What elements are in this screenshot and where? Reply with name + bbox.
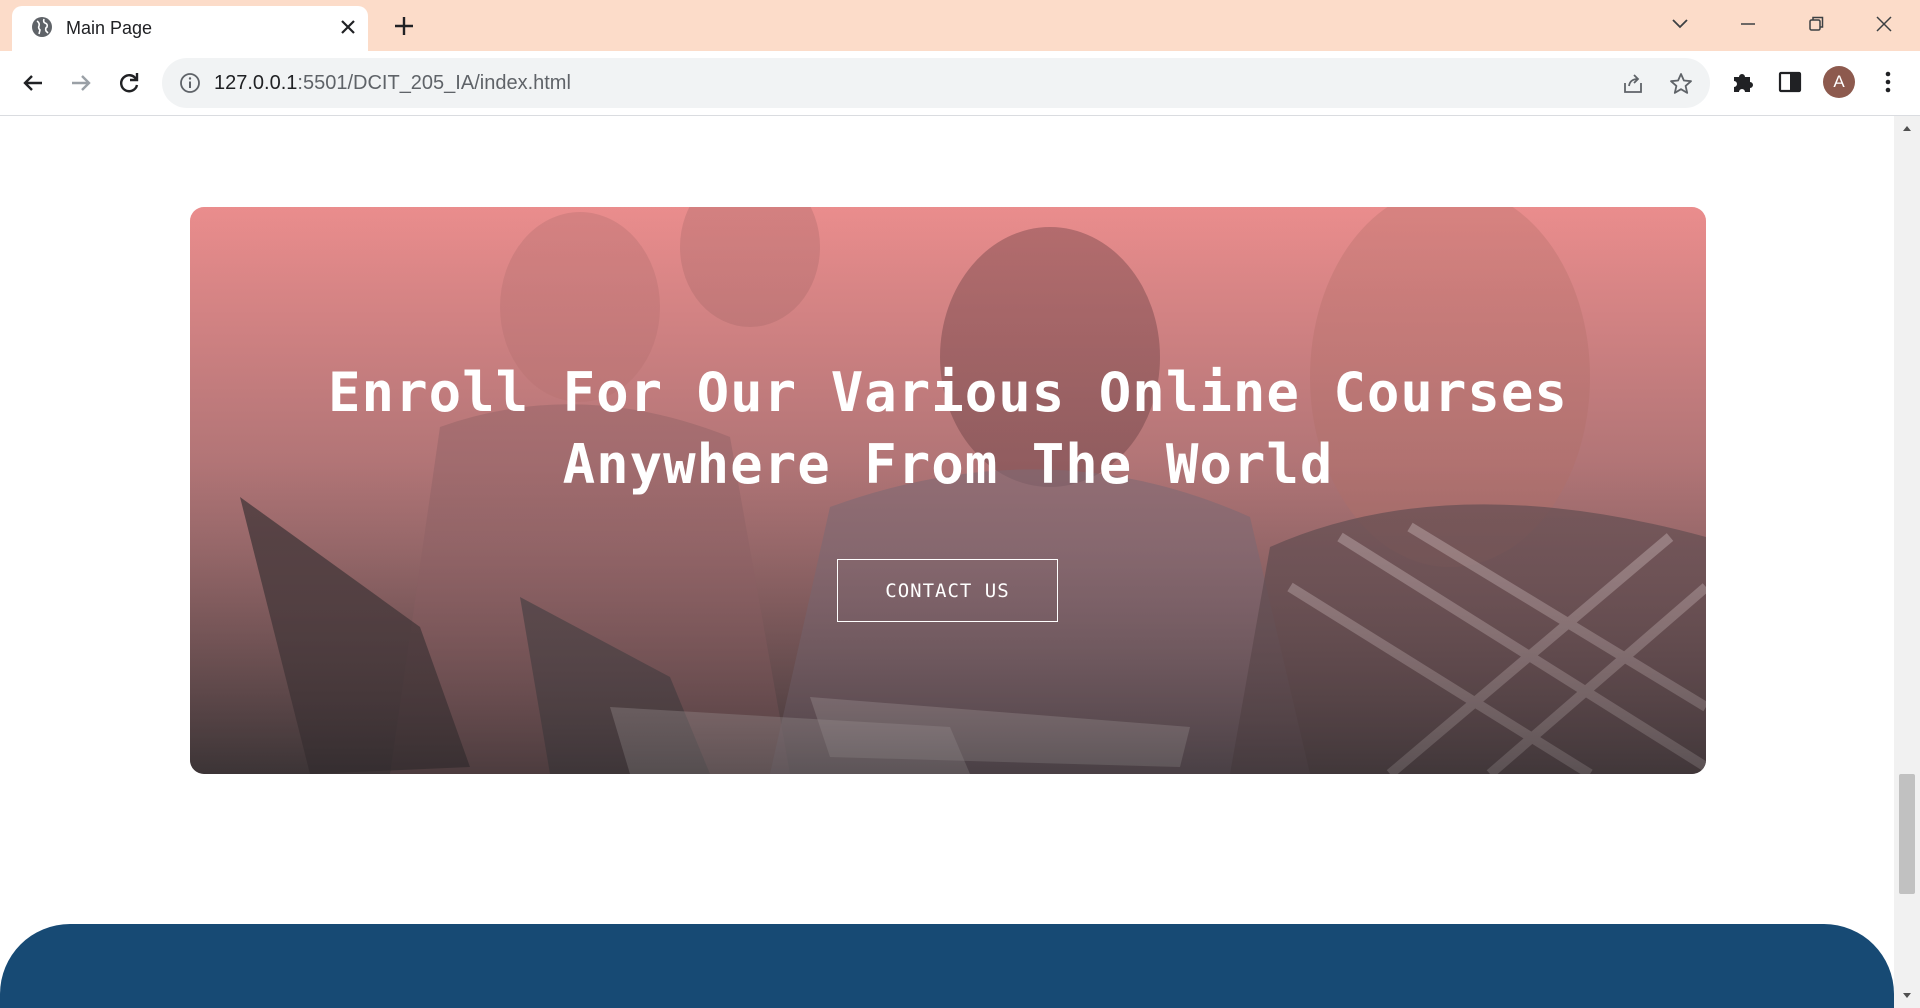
scrollbar-thumb[interactable]: [1899, 774, 1915, 894]
forward-arrow-icon[interactable]: [66, 68, 96, 98]
globe-icon: [32, 17, 52, 37]
url-host: 127.0.0.1: [214, 72, 298, 94]
vertical-scrollbar[interactable]: [1894, 116, 1920, 1008]
browser-toolbar: 127.0.0.1:5501/DCIT_205_IA/index.html A: [0, 51, 1920, 116]
back-arrow-icon[interactable]: [18, 68, 48, 98]
hero-heading: Enroll For Our Various Online Courses An…: [190, 357, 1706, 501]
footer-section-top: [0, 924, 1894, 1008]
scroll-down-arrow-icon[interactable]: [1900, 988, 1914, 1002]
more-menu-icon[interactable]: [1873, 67, 1903, 97]
site-info-icon[interactable]: [178, 71, 202, 95]
close-tab-icon[interactable]: [336, 15, 360, 39]
minimize-icon[interactable]: [1734, 10, 1762, 38]
hero-heading-line-2: Anywhere From The World: [562, 433, 1334, 496]
share-icon[interactable]: [1620, 71, 1646, 97]
browser-titlebar: Main Page: [0, 0, 1920, 51]
avatar-initial: A: [1833, 72, 1845, 91]
profile-avatar[interactable]: A: [1823, 66, 1855, 98]
browser-tab[interactable]: Main Page: [12, 6, 368, 51]
enroll-hero-banner: Enroll For Our Various Online Courses An…: [190, 207, 1706, 774]
new-tab-icon[interactable]: [390, 12, 418, 40]
url-path: :5501/DCIT_205_IA/index.html: [297, 72, 571, 94]
address-bar[interactable]: 127.0.0.1:5501/DCIT_205_IA/index.html: [162, 58, 1710, 108]
page-viewport: Enroll For Our Various Online Courses An…: [0, 116, 1920, 1008]
close-window-icon[interactable]: [1870, 10, 1898, 38]
contact-us-button[interactable]: CONTACT US: [837, 559, 1058, 622]
scroll-up-arrow-icon[interactable]: [1900, 122, 1914, 136]
restore-icon[interactable]: [1802, 10, 1830, 38]
tab-search-chevron-icon[interactable]: [1666, 10, 1694, 38]
bookmark-star-icon[interactable]: [1668, 71, 1694, 97]
hero-heading-line-1: Enroll For Our Various Online Courses: [328, 361, 1568, 424]
extensions-puzzle-icon[interactable]: [1728, 67, 1758, 97]
reload-icon[interactable]: [114, 68, 144, 98]
url-text[interactable]: 127.0.0.1:5501/DCIT_205_IA/index.html: [214, 72, 571, 95]
tab-title: Main Page: [66, 18, 153, 38]
side-panel-icon[interactable]: [1775, 67, 1805, 97]
